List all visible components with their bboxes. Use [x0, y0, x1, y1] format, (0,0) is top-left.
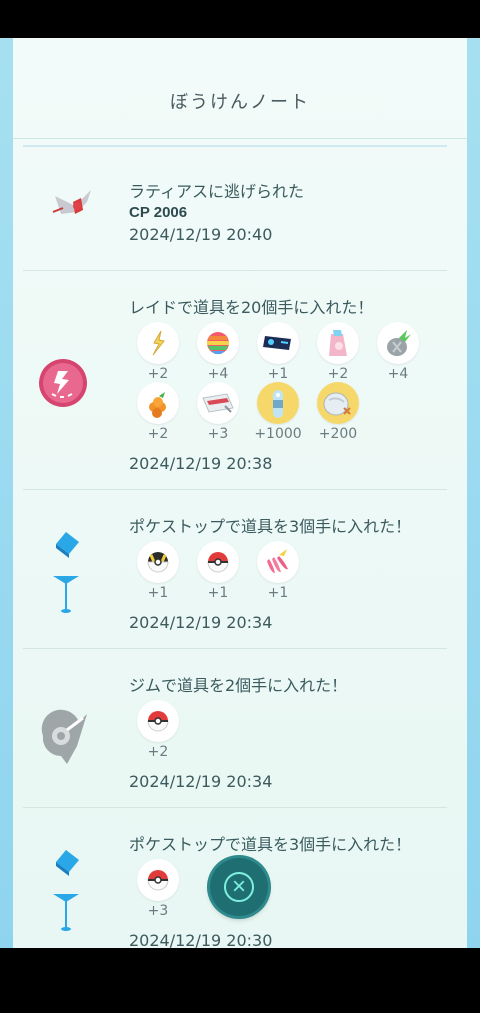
reward-item: +2: [133, 382, 183, 442]
reward-item: +2: [313, 322, 363, 382]
divider: [23, 145, 447, 147]
rare-candy-xl-icon: [317, 322, 359, 364]
item-count: +1: [267, 585, 289, 601]
item-count: +3: [207, 426, 229, 442]
item-count: +1000: [254, 426, 302, 442]
reward-item: +1: [253, 541, 303, 601]
item-count: +2: [147, 744, 169, 760]
journal-screen: ぼうけんノート ラティアスに逃げられた CP 2006 2024/12/19 2…: [0, 38, 480, 948]
item-count: +2: [147, 366, 169, 382]
latias-icon: [47, 184, 97, 229]
close-icon: ×: [231, 873, 246, 900]
entry-date: 2024/12/19 20:40: [129, 225, 273, 244]
reward-item: +3: [133, 859, 183, 919]
entry-date: 2024/12/19 20:34: [129, 613, 273, 632]
item-count: +4: [207, 366, 229, 382]
stardust-icon: [317, 382, 359, 424]
pinap-berry-icon: [257, 541, 299, 583]
golden-shard-icon: [137, 322, 179, 364]
reward-item: +1000: [253, 382, 303, 442]
item-count: +2: [327, 366, 349, 382]
close-button[interactable]: ×: [210, 858, 268, 916]
page-title: ぼうけんノート: [170, 92, 310, 113]
item-count: +4: [387, 366, 409, 382]
raid-pass-icon: [38, 358, 88, 413]
pokestop-icon: [49, 846, 83, 941]
reward-item: +200: [313, 382, 363, 442]
pokestop-icon: [49, 528, 83, 623]
divider: [23, 489, 447, 490]
divider: [23, 648, 447, 649]
reward-item: +2: [133, 322, 183, 382]
poke-ball-icon: [137, 859, 179, 901]
header: ぼうけんノート: [13, 38, 467, 139]
reward-item: +4: [193, 322, 243, 382]
ultra-ball-icon: [137, 541, 179, 583]
divider: [23, 270, 447, 271]
entry-title: ラティアスに逃げられた: [129, 182, 305, 201]
entry-title: レイドで道具を20個手に入れた！: [129, 298, 374, 317]
entry-title: ポケストップで道具を3個手に入れた！: [129, 517, 412, 536]
divider: [23, 807, 447, 808]
item-count: +200: [318, 426, 358, 442]
journal-panel: ぼうけんノート ラティアスに逃げられた CP 2006 2024/12/19 2…: [13, 38, 467, 948]
item-count: +1: [267, 366, 289, 382]
entry-date: 2024/12/19 20:34: [129, 772, 273, 791]
reward-item: +1: [133, 541, 183, 601]
entry-title: ポケストップで道具を3個手に入れた！: [129, 835, 412, 854]
reward-item: +3: [193, 382, 243, 442]
reward-item: +1: [193, 541, 243, 601]
tm-disc-icon: [257, 322, 299, 364]
poke-ball-icon: [197, 541, 239, 583]
entry-date: 2024/12/19 20:30: [129, 931, 273, 948]
ticket-icon: [197, 382, 239, 424]
gym-icon: [37, 706, 93, 771]
reward-item: +4: [373, 322, 423, 382]
item-count: +3: [147, 903, 169, 919]
rainbow-candy-icon: [197, 322, 239, 364]
reward-item: +2: [133, 700, 183, 760]
item-count: +1: [147, 585, 169, 601]
golden-razz-berry-icon: [137, 382, 179, 424]
entry-cp: CP 2006: [129, 204, 188, 221]
silver-pinap-icon: [377, 322, 419, 364]
poke-ball-icon: [137, 700, 179, 742]
entry-title: ジムで道具を2個手に入れた！: [129, 676, 348, 695]
reward-item: +1: [253, 322, 303, 382]
candy-xl-icon: [257, 382, 299, 424]
item-count: +1: [207, 585, 229, 601]
entry-date: 2024/12/19 20:38: [129, 454, 273, 473]
item-count: +2: [147, 426, 169, 442]
